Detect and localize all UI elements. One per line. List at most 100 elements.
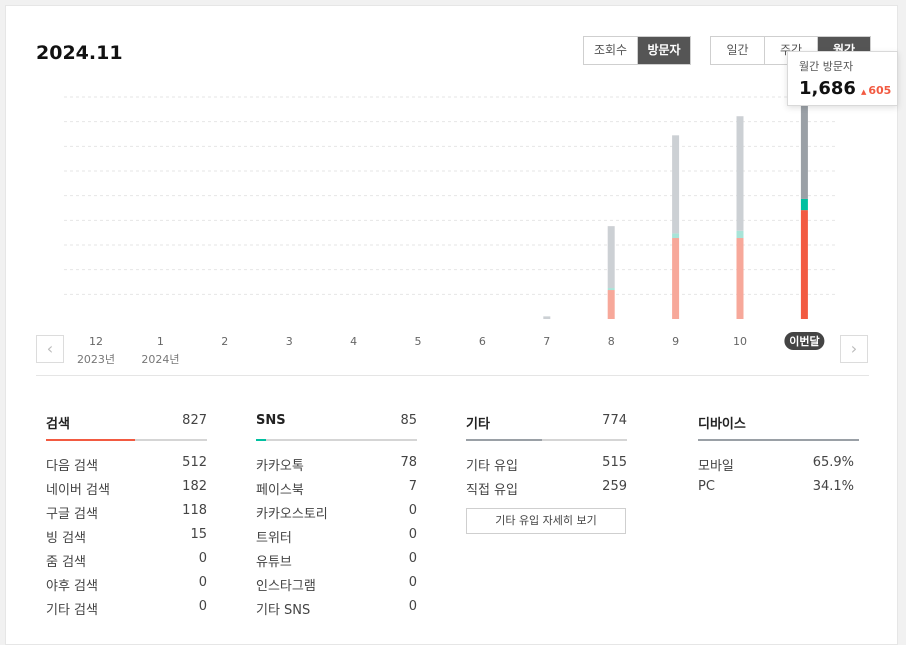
- search-row-value: 0: [198, 551, 207, 566]
- sns-row: 기타 SNS 0: [256, 599, 417, 623]
- sns-row-label: 기타 SNS: [256, 603, 311, 618]
- bar-etc: [800, 97, 808, 199]
- section-divider: [36, 375, 869, 376]
- chevron-left-icon: ‹: [46, 339, 54, 358]
- search-share-fill: [46, 439, 135, 441]
- search-row-label: 빙 검색: [46, 531, 87, 546]
- search-row: 빙 검색 15: [46, 527, 207, 551]
- sns-row: 페이스북 7: [256, 479, 417, 503]
- search-row: 야후 검색 0: [46, 575, 207, 599]
- sns-row-label: 트위터: [256, 531, 292, 546]
- bar-search: [736, 238, 744, 319]
- x-tick-label: 8: [608, 335, 615, 348]
- etc-row-label: 기타 유입: [466, 459, 518, 474]
- x-tick-label: 2: [221, 335, 228, 348]
- etc-total: 774: [602, 413, 627, 428]
- bar-etc: [736, 116, 744, 231]
- bar-sns: [800, 198, 808, 211]
- bar-sns: [607, 288, 615, 291]
- visitors-bar-chart: 12 2023년 1 2024년 2 3 4 5 6 7 8 9 10 이번달: [64, 96, 838, 366]
- search-row-label: 네이버 검색: [46, 483, 110, 498]
- search-row: 다음 검색 512: [46, 455, 207, 479]
- x-tick-label: 4: [350, 335, 357, 348]
- etc-row: 직접 유입 259: [466, 479, 627, 503]
- sns-row: 유튜브 0: [256, 551, 417, 575]
- bar-sns: [736, 230, 744, 239]
- sns-row-label: 인스타그램: [256, 579, 316, 594]
- etc-share-bar: [466, 439, 627, 441]
- chart-prev-button[interactable]: ‹: [36, 335, 64, 363]
- device-title: 디바이스: [698, 417, 746, 432]
- search-title: 검색: [46, 417, 70, 432]
- search-row-label: 다음 검색: [46, 459, 98, 474]
- sns-row-value: 0: [408, 527, 417, 542]
- sns-share-bar: [256, 439, 417, 441]
- sns-row: 트위터 0: [256, 527, 417, 551]
- bar-etc: [607, 226, 615, 289]
- x-tick-label: 3: [286, 335, 293, 348]
- bar-etc: [672, 135, 680, 234]
- search-row-value: 118: [182, 503, 207, 518]
- etc-title: 기타: [466, 417, 490, 432]
- chart-tooltip: 월간 방문자 1,686 ▲ 605: [787, 51, 898, 106]
- search-row: 구글 검색 118: [46, 503, 207, 527]
- device-row-value: 65.9%: [812, 455, 854, 470]
- device-share-fill: [698, 439, 859, 441]
- bar-sns: [672, 233, 680, 239]
- x-tick-label: 7: [543, 335, 550, 348]
- sns-row-value: 0: [408, 503, 417, 518]
- etc-detail-button[interactable]: 기타 유입 자세히 보기: [466, 508, 626, 534]
- sns-row: 카카오스토리 0: [256, 503, 417, 527]
- device-row-label: 모바일: [698, 459, 734, 474]
- sns-row-label: 유튜브: [256, 555, 292, 570]
- tooltip-delta: 605: [868, 84, 892, 97]
- sns-row: 카카오톡 78: [256, 455, 417, 479]
- search-row-value: 0: [198, 575, 207, 590]
- sns-row-value: 0: [408, 551, 417, 566]
- search-row-value: 182: [182, 479, 207, 494]
- etc-share-fill: [466, 439, 542, 441]
- sns-section: SNS 85 카카오톡 78 페이스북 7 카카오스토리 0 트위터 0 유튜브 0 인스타그램 0 기…: [256, 413, 417, 623]
- search-share-bar: [46, 439, 207, 441]
- search-row-label: 줌 검색: [46, 555, 87, 570]
- search-row-label: 야후 검색: [46, 579, 98, 594]
- x-tick-label: 5: [415, 335, 422, 348]
- etc-row-value: 515: [602, 455, 627, 470]
- x-year-label: 2024년: [141, 353, 179, 366]
- x-year-label: 2023년: [77, 353, 115, 366]
- sns-row-value: 78: [400, 455, 417, 470]
- search-row-value: 0: [198, 599, 207, 614]
- x-tick-label: 이번달: [789, 334, 819, 348]
- bar-etc: [543, 316, 551, 319]
- sns-share-fill: [256, 439, 266, 441]
- sns-row-label: 페이스북: [256, 483, 304, 498]
- bar-search: [607, 290, 615, 319]
- search-row: 줌 검색 0: [46, 551, 207, 575]
- x-tick-label: 6: [479, 335, 486, 348]
- x-tick-label: 12: [89, 335, 103, 348]
- device-row-value: 34.1%: [812, 479, 854, 494]
- search-total: 827: [182, 413, 207, 428]
- sns-row-label: 카카오톡: [256, 459, 304, 474]
- device-share-bar: [698, 439, 859, 441]
- x-tick-label: 9: [672, 335, 679, 348]
- search-section: 검색 827 다음 검색 512 네이버 검색 182 구글 검색 118 빙 검색 15 줌 …: [46, 413, 207, 623]
- etc-row-value: 259: [602, 479, 627, 494]
- sns-row-value: 7: [408, 479, 417, 494]
- stats-card: 2024.11 조회수 방문자 일간 주간 월간 월간 방문자 1,686 ▲ …: [5, 5, 898, 645]
- tooltip-value: 1,686: [799, 78, 856, 99]
- chart-next-button[interactable]: ›: [840, 335, 868, 363]
- search-row: 기타 검색 0: [46, 599, 207, 623]
- sns-row-label: 카카오스토리: [256, 507, 328, 522]
- device-section: 디바이스 모바일 65.9% PC 34.1%: [698, 413, 859, 503]
- x-tick-label: 10: [733, 335, 747, 348]
- sns-row-value: 0: [408, 575, 417, 590]
- sns-title: SNS: [256, 413, 286, 428]
- bar-search: [672, 238, 680, 319]
- search-row: 네이버 검색 182: [46, 479, 207, 503]
- device-row: 모바일 65.9%: [698, 455, 859, 479]
- etc-section: 기타 774 기타 유입 515 직접 유입 259 기타 유입 자세히 보기: [466, 413, 627, 534]
- etc-row-label: 직접 유입: [466, 483, 518, 498]
- search-row-label: 구글 검색: [46, 507, 98, 522]
- sns-row-value: 0: [408, 599, 417, 614]
